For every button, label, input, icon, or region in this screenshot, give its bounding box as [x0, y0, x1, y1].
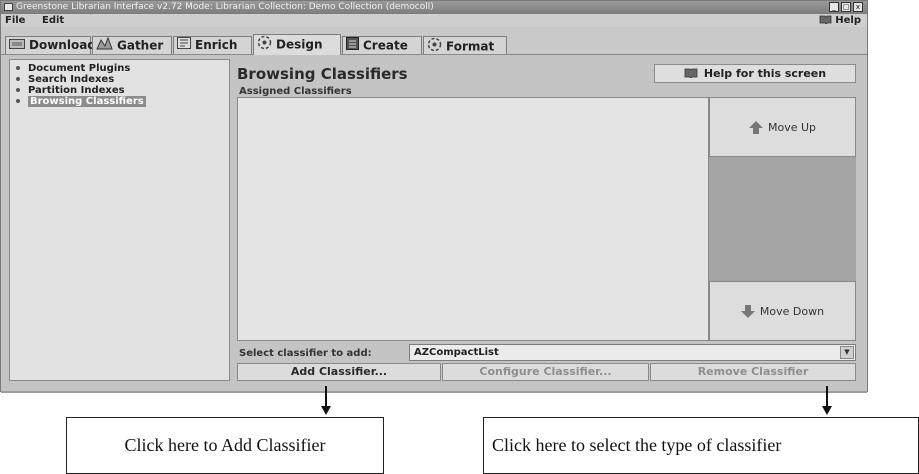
app-icon [4, 3, 13, 11]
window-title: Greenstone Librarian Interface v2.72 Mod… [16, 2, 434, 12]
chevron-down-icon[interactable]: ▼ [840, 346, 854, 359]
select-arrow-line [826, 386, 828, 408]
gather-icon [96, 36, 113, 55]
maximize-button[interactable]: □ [841, 2, 851, 12]
title-bar[interactable]: Greenstone Librarian Interface v2.72 Mod… [1, 1, 867, 14]
sidebar-item-search-indexes[interactable]: Search Indexes [16, 74, 114, 85]
sidebar-item-label: Browsing Classifiers [28, 96, 146, 107]
design-panel: Document Plugins Search Indexes Partitio… [1, 55, 867, 391]
assigned-classifiers-list[interactable] [237, 97, 709, 341]
move-up-label: Move Up [767, 120, 817, 134]
bullet-icon [16, 88, 20, 92]
move-up-button[interactable]: Move Up [709, 97, 856, 157]
tab-create[interactable]: Create [342, 36, 422, 54]
classifier-type-value: AZCompactList [414, 347, 499, 358]
menu-edit[interactable]: Edit [42, 14, 64, 27]
add-arrow-head [321, 406, 331, 415]
sidebar-item-browsing-classifiers[interactable]: Browsing Classifiers [16, 96, 146, 107]
close-button[interactable]: x [853, 2, 863, 12]
tab-download[interactable]: Download [5, 36, 96, 54]
add-classifier-button[interactable]: Add Classifier... [237, 363, 441, 381]
sidebar-item-label: Document Plugins [28, 63, 131, 74]
tab-download-label: Download [29, 38, 96, 52]
help-for-screen-label: Help for this screen [703, 67, 827, 80]
tab-create-label: Create [363, 38, 408, 53]
move-button-column: Move Up Move Down [709, 97, 856, 341]
bullet-icon [16, 66, 20, 70]
sidebar-item-label: Search Indexes [28, 74, 115, 85]
menu-file[interactable]: File [5, 14, 25, 27]
sidebar-item-label: Partition Indexes [28, 85, 125, 96]
download-icon [9, 37, 25, 54]
remove-classifier-button[interactable]: Remove Classifier [650, 363, 856, 381]
tab-design-label: Design [276, 37, 323, 52]
tab-enrich[interactable]: Enrich [173, 36, 252, 54]
bullet-icon [16, 77, 20, 81]
menu-bar: File Edit Help [1, 14, 867, 27]
create-icon [346, 37, 359, 55]
sidebar-item-document-plugins[interactable]: Document Plugins [16, 63, 130, 74]
assigned-classifiers-label: Assigned Classifiers [239, 86, 352, 97]
design-section-list[interactable]: Document Plugins Search Indexes Partitio… [9, 59, 230, 381]
select-type-callout: Click here to select the type of classif… [483, 417, 919, 474]
design-icon [257, 35, 272, 55]
move-down-button[interactable]: Move Down [709, 281, 856, 341]
window-controls: _ □ x [829, 2, 863, 12]
menu-help-label: Help [835, 15, 861, 26]
tab-format-label: Format [446, 39, 495, 54]
tab-bar: Download Gather Enrich Design Create For… [1, 27, 867, 55]
arrow-up-icon [748, 120, 763, 134]
tab-gather-label: Gather [117, 38, 164, 53]
help-for-screen-button[interactable]: Help for this screen [654, 64, 856, 83]
arrow-down-icon [740, 304, 755, 318]
classifier-type-select[interactable]: AZCompactList ▼ [409, 344, 856, 361]
app-window: Greenstone Librarian Interface v2.72 Mod… [0, 0, 868, 393]
page-title: Browsing Classifiers [237, 65, 408, 83]
tab-format[interactable]: Format [423, 36, 507, 54]
move-down-label: Move Down [759, 304, 825, 318]
select-classifier-label: Select classifier to add: [239, 348, 372, 359]
menu-help[interactable]: Help [819, 14, 861, 27]
help-book-icon [819, 15, 832, 25]
minimize-button[interactable]: _ [829, 2, 839, 12]
configure-classifier-button[interactable]: Configure Classifier... [442, 363, 649, 381]
format-icon [427, 37, 442, 57]
tab-gather[interactable]: Gather [92, 36, 172, 54]
add-classifier-callout: Click here to Add Classifier [66, 417, 384, 474]
bullet-icon [16, 99, 20, 103]
help-book-icon [684, 68, 698, 79]
add-arrow-line [325, 386, 327, 408]
sidebar-item-partition-indexes[interactable]: Partition Indexes [16, 85, 125, 96]
tab-enrich-label: Enrich [195, 38, 238, 52]
tab-design[interactable]: Design [253, 34, 341, 55]
enrich-icon [177, 37, 191, 54]
select-arrow-head [822, 406, 832, 415]
status-strip [1, 391, 867, 393]
